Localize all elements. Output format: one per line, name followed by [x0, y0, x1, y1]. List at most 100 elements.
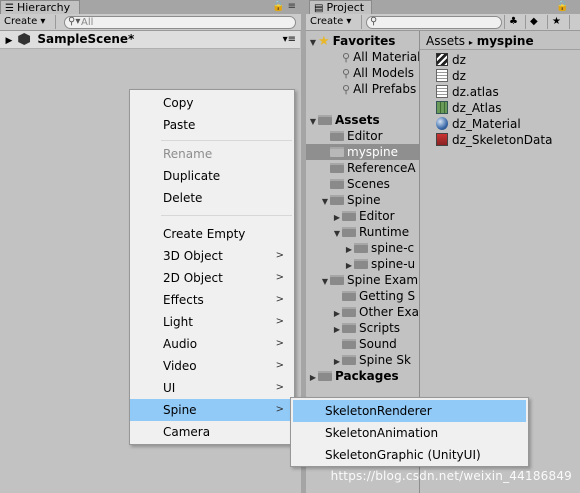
- asset-item[interactable]: dz: [436, 68, 466, 84]
- asset-item[interactable]: dz: [436, 52, 466, 68]
- folder-icon: [354, 259, 368, 269]
- tree-item[interactable]: ⚲ All Prefabs: [306, 81, 419, 97]
- menu-item-light[interactable]: Light >: [130, 311, 294, 333]
- tree-item[interactable]: myspine: [306, 144, 419, 160]
- text-file-icon: [436, 69, 448, 82]
- expand-arrow-icon[interactable]: ▶: [4, 33, 14, 50]
- label-tag-icon: ◆: [530, 16, 538, 27]
- asset-label: dz.atlas: [452, 85, 499, 99]
- tree-item[interactable]: Scenes: [306, 176, 419, 192]
- favorite-button[interactable]: ★: [548, 15, 570, 29]
- tree-item[interactable]: Sound: [306, 336, 419, 352]
- tree-item[interactable]: ▼ Runtime: [306, 224, 419, 240]
- breadcrumb-separator-icon: ▸: [468, 38, 473, 47]
- lock-icon[interactable]: 🔒: [272, 1, 284, 12]
- menu-item-label: Duplicate: [163, 169, 221, 183]
- menu-item-audio[interactable]: Audio >: [130, 333, 294, 355]
- tree-item[interactable]: ▶ spine-c: [306, 240, 419, 256]
- lock-icon[interactable]: 🔒: [556, 1, 568, 12]
- tree-item[interactable]: ▶ Spine Sk: [306, 352, 419, 368]
- hierarchy-search-input[interactable]: ⚲▾ All: [64, 16, 296, 29]
- tree-item[interactable]: ⚲ All Models: [306, 65, 419, 81]
- tree-item-label: Scenes: [347, 177, 390, 191]
- submenu-item-skeleton-animation[interactable]: SkeletonAnimation: [293, 422, 526, 444]
- menu-item-label: UI: [163, 381, 176, 395]
- filter-by-type-button[interactable]: ♣: [504, 15, 526, 29]
- material-sphere-icon: [436, 117, 448, 130]
- tree-item[interactable]: ▶ Editor: [306, 208, 419, 224]
- menu-item-paste[interactable]: Paste: [130, 114, 294, 136]
- project-search-input[interactable]: ⚲: [366, 16, 502, 29]
- menu-item-effects[interactable]: Effects >: [130, 289, 294, 311]
- folder-icon: [330, 131, 344, 141]
- menu-item-2d-object[interactable]: 2D Object >: [130, 267, 294, 289]
- submenu-item-skeleton-graphic[interactable]: SkeletonGraphic (UnityUI): [293, 444, 526, 466]
- tree-item[interactable]: ▼ Assets: [306, 112, 419, 128]
- asset-item[interactable]: dz_Material: [436, 116, 521, 132]
- asset-item[interactable]: dz.atlas: [436, 84, 499, 100]
- menu-item-duplicate[interactable]: Duplicate: [130, 165, 294, 187]
- tree-item-label: spine-c: [371, 241, 415, 255]
- filter-type-icon: ♣: [509, 16, 518, 27]
- tree-item[interactable]: ▼ Spine: [306, 192, 419, 208]
- tree-item[interactable]: ▶ Scripts: [306, 320, 419, 336]
- tree-item[interactable]: ⚲All Materials: [306, 49, 419, 65]
- hierarchy-tab-label: Hierarchy: [16, 1, 71, 14]
- tree-item[interactable]: ▶ spine-u: [306, 256, 419, 272]
- tree-item-label: Spine: [347, 193, 381, 207]
- filter-by-label-button[interactable]: ◆: [526, 15, 548, 29]
- tree-item-label: All Models: [353, 66, 415, 80]
- folder-icon: [354, 243, 368, 253]
- scene-row[interactable]: ▶ SampleScene* ▾≡: [0, 31, 300, 49]
- tree-item-label: ReferenceA: [347, 161, 416, 175]
- menu-item-spine[interactable]: Spine >: [130, 399, 294, 421]
- project-tab[interactable]: ▤ Project: [309, 0, 372, 14]
- submenu-item-label: SkeletonRenderer: [325, 404, 432, 418]
- tree-item[interactable]: Getting S: [306, 288, 419, 304]
- menu-item-create-empty[interactable]: Create Empty: [130, 223, 294, 245]
- collapsed-arrow-icon[interactable]: ▶: [308, 370, 318, 386]
- menu-item-label: Camera: [163, 425, 211, 439]
- hierarchy-icon: ☰: [5, 3, 14, 14]
- tree-item[interactable]: ReferenceA: [306, 160, 419, 176]
- tree-item[interactable]: Editor: [306, 128, 419, 144]
- menu-item-label: Effects: [163, 293, 204, 307]
- tree-item[interactable]: ▶ Packages: [306, 368, 419, 384]
- hierarchy-create-button[interactable]: Create ▾: [0, 15, 56, 29]
- folder-icon: [330, 275, 344, 285]
- scene-options-icon[interactable]: ▾≡: [283, 31, 296, 48]
- menu-item-video[interactable]: Video >: [130, 355, 294, 377]
- menu-item-label: Rename: [163, 147, 213, 161]
- dropdown-arrow-icon: ▾: [346, 16, 352, 27]
- menu-item-label: Video: [163, 359, 197, 373]
- breadcrumb-item[interactable]: Assets: [426, 34, 465, 48]
- menu-item-label: Spine: [163, 403, 197, 417]
- asset-item[interactable]: dz_Atlas: [436, 100, 502, 116]
- tree-item[interactable]: ▼ ★ Favorites: [306, 33, 419, 49]
- menu-item-delete[interactable]: Delete: [130, 187, 294, 209]
- menu-item-camera[interactable]: Camera: [130, 421, 294, 443]
- menu-separator: [161, 140, 292, 141]
- menu-item-3d-object[interactable]: 3D Object >: [130, 245, 294, 267]
- folder-icon: [330, 147, 344, 157]
- project-create-button[interactable]: Create ▾: [306, 15, 362, 29]
- submenu-arrow-icon: >: [275, 294, 284, 305]
- tree-item-label: myspine: [347, 145, 398, 159]
- tree-item-label: Assets: [335, 113, 380, 127]
- hierarchy-tab[interactable]: ☰ Hierarchy: [0, 0, 80, 14]
- hierarchy-window-controls[interactable]: 🔒 ≡: [272, 0, 296, 14]
- menu-item-ui[interactable]: UI >: [130, 377, 294, 399]
- tree-item-label: Other Exa: [359, 305, 419, 319]
- create-label: Create: [4, 16, 38, 27]
- submenu-arrow-icon: >: [275, 250, 284, 261]
- submenu-item-skeleton-renderer[interactable]: SkeletonRenderer: [293, 400, 526, 422]
- menu-icon[interactable]: ≡: [288, 1, 296, 12]
- breadcrumb-item[interactable]: myspine: [477, 34, 534, 48]
- tree-item[interactable]: ▶ Other Exa: [306, 304, 419, 320]
- submenu-item-label: SkeletonGraphic (UnityUI): [325, 448, 481, 462]
- asset-label: dz_Material: [452, 117, 521, 131]
- tree-item[interactable]: ▼ Spine Exam: [306, 272, 419, 288]
- asset-item[interactable]: dz_SkeletonData: [436, 132, 552, 148]
- menu-item-label: Audio: [163, 337, 198, 351]
- menu-item-copy[interactable]: Copy: [130, 92, 294, 114]
